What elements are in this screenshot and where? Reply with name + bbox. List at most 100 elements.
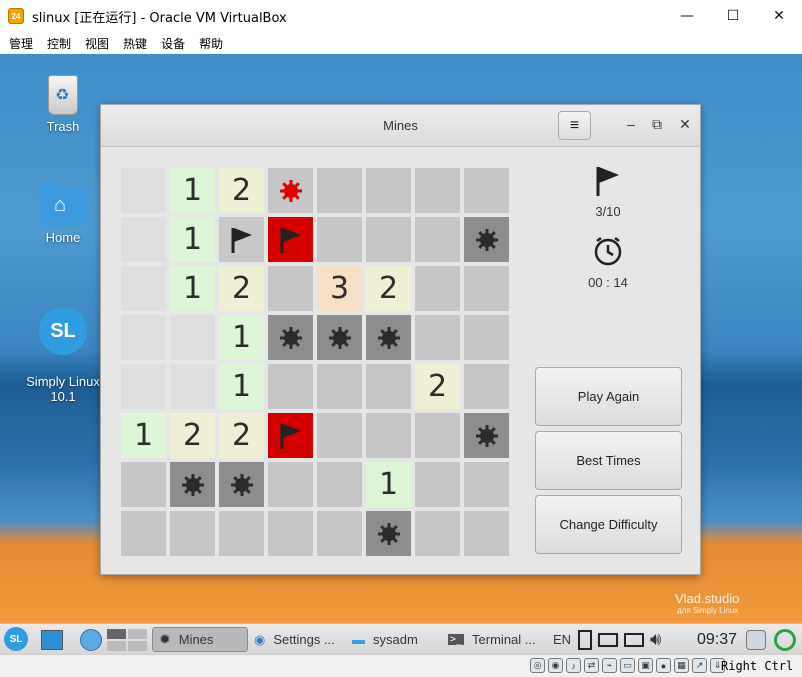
mines-minimize-button[interactable]: – [622, 116, 640, 132]
volume-icon[interactable]: 🔊︎ [650, 629, 661, 650]
taskbar-app-settings[interactable]: ◉ Settings ... [254, 627, 335, 652]
hard-disk-icon[interactable]: ◎ [530, 658, 545, 673]
cell-mine-icon[interactable] [464, 413, 509, 458]
cell-unrevealed[interactable] [464, 315, 509, 360]
optical-drive-icon[interactable]: ◉ [548, 658, 563, 673]
lock-screen-icon[interactable] [746, 627, 766, 652]
cell-mine-icon[interactable] [464, 217, 509, 262]
cell-unrevealed[interactable] [317, 364, 362, 409]
cell-number[interactable]: 2 [415, 364, 460, 409]
usb-icon[interactable]: ⌁ [602, 658, 617, 673]
workspace-switcher-icon[interactable] [107, 627, 147, 652]
cell-mine-icon[interactable] [268, 315, 313, 360]
menu-view[interactable]: 视图 [85, 35, 109, 52]
audio-icon[interactable]: ♪ [566, 658, 581, 673]
menu-devices[interactable]: 设备 [161, 35, 185, 52]
cell-unrevealed[interactable] [366, 364, 411, 409]
mines-maximize-button[interactable]: ⧉ [648, 116, 666, 133]
cell-number[interactable]: 1 [170, 266, 215, 311]
cell-mine-icon[interactable] [317, 315, 362, 360]
start-menu-button[interactable]: SL [4, 627, 28, 651]
show-desktop-icon[interactable] [41, 627, 63, 652]
cell-empty[interactable] [121, 364, 166, 409]
cell-unrevealed[interactable] [317, 462, 362, 507]
cell-unrevealed[interactable] [317, 413, 362, 458]
cell-unrevealed[interactable] [366, 217, 411, 262]
cell-mine-icon[interactable] [170, 462, 215, 507]
cell-unrevealed[interactable] [464, 511, 509, 556]
taskbar-clock[interactable]: 09:37 [697, 627, 737, 652]
cell-unrevealed[interactable] [317, 511, 362, 556]
mines-close-button[interactable]: ✕ [676, 116, 694, 133]
cell-mine-icon[interactable] [366, 315, 411, 360]
cell-unrevealed[interactable] [415, 266, 460, 311]
cell-unrevealed[interactable] [464, 462, 509, 507]
best-times-button[interactable]: Best Times [535, 431, 682, 490]
cell-unrevealed[interactable] [464, 266, 509, 311]
cell-flag-icon[interactable] [219, 217, 264, 262]
cell-number[interactable]: 2 [219, 266, 264, 311]
network-icon[interactable] [624, 632, 644, 647]
keyboard-layout-indicator[interactable]: EN [553, 627, 571, 652]
cell-unrevealed[interactable] [366, 168, 411, 213]
cell-empty[interactable] [170, 315, 215, 360]
host-maximize-button[interactable]: ☐ [710, 0, 756, 32]
cell-unrevealed[interactable] [121, 462, 166, 507]
logout-icon[interactable] [774, 627, 796, 652]
cell-unrevealed[interactable] [415, 217, 460, 262]
shared-folder-icon[interactable]: ▭ [620, 658, 635, 673]
cell-number[interactable]: 2 [366, 266, 411, 311]
cell-number[interactable]: 2 [170, 413, 215, 458]
cell-number[interactable]: 1 [121, 413, 166, 458]
cell-number[interactable]: 1 [219, 364, 264, 409]
cell-number[interactable]: 3 [317, 266, 362, 311]
hamburger-menu-button[interactable]: ≡ [558, 111, 591, 140]
taskbar-app-sysadm[interactable]: ▬ sysadm [352, 627, 418, 652]
cell-unrevealed[interactable] [415, 315, 460, 360]
cell-unrevealed[interactable] [415, 462, 460, 507]
host-close-button[interactable]: ✕ [756, 0, 802, 32]
change-difficulty-button[interactable]: Change Difficulty [535, 495, 682, 554]
mouse-integration-icon[interactable]: ↗ [692, 658, 707, 673]
cell-empty[interactable] [121, 266, 166, 311]
cell-unrevealed[interactable] [121, 511, 166, 556]
taskbar-app-terminal[interactable]: >_ Terminal ... [448, 627, 536, 652]
cell-unrevealed[interactable] [317, 168, 362, 213]
cell-unrevealed[interactable] [415, 413, 460, 458]
network-adapter-icon[interactable]: ⇄ [584, 658, 599, 673]
cell-number[interactable]: 2 [219, 168, 264, 213]
cell-empty[interactable] [121, 168, 166, 213]
cpu-icon[interactable]: ▦ [674, 658, 689, 673]
display-icon[interactable] [598, 632, 618, 647]
cell-unrevealed[interactable] [268, 462, 313, 507]
cell-number[interactable]: 1 [170, 217, 215, 262]
cell-wrong-flag-icon[interactable] [268, 413, 313, 458]
cell-wrong-flag-icon[interactable] [268, 217, 313, 262]
cell-number[interactable]: 2 [219, 413, 264, 458]
menu-control[interactable]: 控制 [47, 35, 71, 52]
cell-exploded-mine-icon[interactable] [268, 168, 313, 213]
cell-empty[interactable] [121, 217, 166, 262]
cell-unrevealed[interactable] [415, 511, 460, 556]
desktop-icon-trash[interactable]: Trash [13, 75, 113, 134]
cell-unrevealed[interactable] [219, 511, 264, 556]
cell-unrevealed[interactable] [464, 364, 509, 409]
recording-icon[interactable]: ● [656, 658, 671, 673]
battery-icon[interactable] [578, 629, 592, 650]
menu-help[interactable]: 帮助 [199, 35, 223, 52]
cell-empty[interactable] [170, 364, 215, 409]
cell-unrevealed[interactable] [366, 413, 411, 458]
menu-manage[interactable]: 管理 [9, 35, 33, 52]
cell-mine-icon[interactable] [366, 511, 411, 556]
browser-launcher-icon[interactable] [80, 627, 102, 652]
play-again-button[interactable]: Play Again [535, 367, 682, 426]
cell-unrevealed[interactable] [268, 364, 313, 409]
cell-unrevealed[interactable] [268, 511, 313, 556]
cell-unrevealed[interactable] [415, 168, 460, 213]
cell-empty[interactable] [121, 315, 166, 360]
host-minimize-button[interactable]: — [664, 0, 710, 32]
menu-hotkeys[interactable]: 热键 [123, 35, 147, 52]
taskbar-app-mines[interactable]: ✹ Mines [152, 627, 248, 652]
cell-unrevealed[interactable] [268, 266, 313, 311]
cell-number[interactable]: 1 [366, 462, 411, 507]
